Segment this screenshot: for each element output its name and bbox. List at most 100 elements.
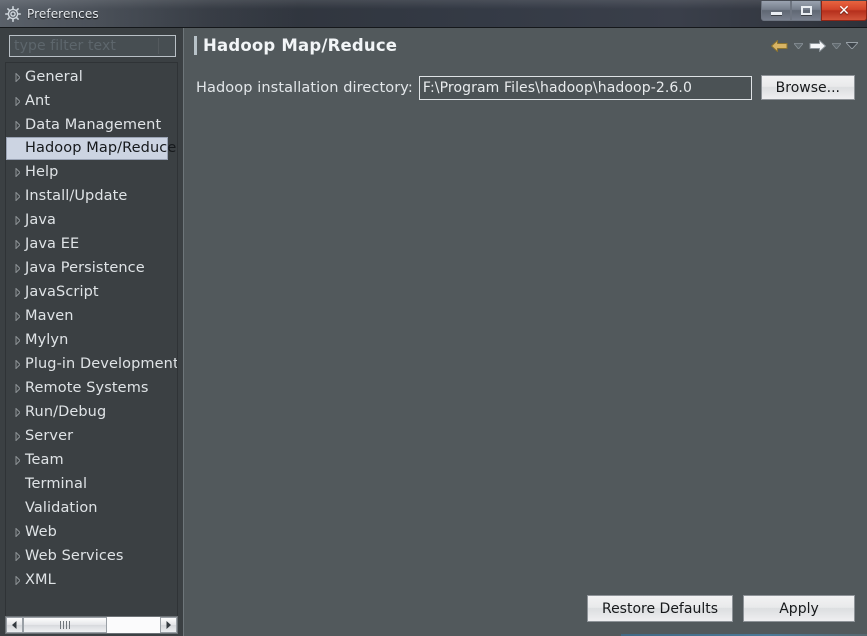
expand-chevron-right-icon[interactable] [9,72,25,82]
sidebar-item-validation[interactable]: Validation [6,496,177,520]
sidebar-horizontal-scrollbar[interactable] [5,616,178,634]
sidebar-item-label: Ant [25,92,51,109]
sidebar-item-data-management[interactable]: Data Management [6,113,177,137]
sidebar-item-label: Run/Debug [25,403,107,420]
scrollbar-thumb[interactable] [23,617,107,633]
sidebar-item-label: JavaScript [25,283,99,300]
dialog-body: type filter text General Ant Data Manageme… [0,28,867,636]
minimize-button[interactable] [761,1,791,21]
search-input[interactable]: type filter text [9,35,176,57]
scrollbar-grip-icon [60,621,70,629]
sidebar-item-label: Validation [25,499,98,516]
preferences-sidebar: type filter text General Ant Data Manageme… [0,28,183,636]
hadoop-install-dir-value: F:\Program Files\hadoop\hadoop-2.6.0 [422,79,692,96]
hadoop-install-dir-row: Hadoop installation directory: F:\Progra… [196,75,855,100]
page-content: Hadoop installation directory: F:\Progra… [184,63,867,595]
sidebar-item-terminal[interactable]: Terminal [6,472,177,496]
sidebar-item-javascript[interactable]: JavaScript [6,280,177,304]
scroll-right-button[interactable] [160,617,177,633]
sidebar-item-web[interactable]: Web [6,520,177,544]
filter-container: type filter text [4,32,179,62]
view-menu-chevron-down-icon[interactable] [845,36,859,56]
expand-chevron-right-icon[interactable] [9,263,25,273]
expand-chevron-right-icon[interactable] [9,407,25,417]
sidebar-item-team[interactable]: Team [6,448,177,472]
expand-chevron-right-icon[interactable] [9,239,25,249]
sidebar-item-java[interactable]: Java [6,208,177,232]
sidebar-item-label: Hadoop Map/Reduce [25,140,177,157]
forward-arrow-icon[interactable] [807,36,827,56]
sidebar-item-run-debug[interactable]: Run/Debug [6,400,177,424]
sidebar-item-label: Server [25,427,74,444]
sidebar-item-java-persistence[interactable]: Java Persistence [6,256,177,280]
sidebar-item-help[interactable]: Help [6,160,177,184]
sidebar-item-java-ee[interactable]: Java EE [6,232,177,256]
expand-chevron-right-icon[interactable] [9,383,25,393]
back-arrow-icon[interactable] [769,36,789,56]
maximize-button[interactable] [791,1,821,21]
sidebar-item-label: Web [25,523,57,540]
sidebar-item-general[interactable]: General [6,65,177,89]
scrollbar-track[interactable] [23,617,160,633]
expand-chevron-right-icon[interactable] [9,287,25,297]
sidebar-item-web-services[interactable]: Web Services [6,544,177,568]
sidebar-item-label: Mylyn [25,331,69,348]
expand-chevron-right-icon[interactable] [9,335,25,345]
expand-chevron-right-icon[interactable] [9,575,25,585]
window-controls: ✕ [761,0,867,22]
sidebar-item-label: Install/Update [25,187,128,204]
close-button[interactable]: ✕ [821,1,867,21]
sidebar-item-xml[interactable]: XML [6,568,177,592]
search-placeholder: type filter text [14,38,116,54]
sidebar-item-install-update[interactable]: Install/Update [6,184,177,208]
window-titlebar[interactable]: Preferences ✕ [0,0,867,28]
scroll-left-button[interactable] [6,617,23,633]
hadoop-install-dir-label: Hadoop installation directory: [196,79,413,96]
hadoop-install-dir-input[interactable]: F:\Program Files\hadoop\hadoop-2.6.0 [418,75,752,100]
sidebar-item-label: General [25,68,83,85]
expand-chevron-right-icon[interactable] [9,120,25,130]
sidebar-item-label: Maven [25,307,74,324]
expand-chevron-right-icon[interactable] [9,191,25,201]
maximize-icon [800,6,812,15]
restore-defaults-button[interactable]: Restore Defaults [586,595,733,622]
sidebar-item-label: Team [25,451,64,468]
sidebar-item-ant[interactable]: Ant [6,89,177,113]
sidebar-item-remote-systems[interactable]: Remote Systems [6,376,177,400]
apply-button[interactable]: Apply [743,595,855,622]
sidebar-item-hadoop-map-reduce[interactable]: Hadoop Map/Reduce [6,137,176,160]
expand-chevron-right-icon[interactable] [9,359,25,369]
forward-chevron-down-icon[interactable] [829,36,843,56]
expand-chevron-right-icon[interactable] [9,96,25,106]
page-title: Hadoop Map/Reduce [203,36,398,55]
sidebar-item-maven[interactable]: Maven [6,304,177,328]
minimize-icon [770,12,782,15]
expand-chevron-right-icon[interactable] [9,215,25,225]
sidebar-item-server[interactable]: Server [6,424,177,448]
sidebar-item-plug-in-development[interactable]: Plug-in Development [6,352,177,376]
expand-chevron-right-icon[interactable] [9,167,25,177]
preferences-window: Preferences ✕ type filter text General An… [0,0,867,636]
page-history-nav [769,36,859,56]
page-title-accent-bar [194,36,197,55]
sidebar-item-label: Java EE [25,235,80,252]
preference-page: Hadoop Map/Reduce Hadoop installation di… [183,28,867,636]
sidebar-item-label: Plug-in Development [25,355,178,372]
sidebar-item-label: XML [25,571,56,588]
sidebar-item-label: Data Management [25,116,162,133]
sidebar-item-label: Web Services [25,547,124,564]
expand-chevron-right-icon[interactable] [9,551,25,561]
expand-chevron-right-icon[interactable] [9,431,25,441]
sidebar-item-label: Help [25,163,59,180]
window-title: Preferences [27,6,99,21]
sidebar-item-label: Terminal [25,475,88,492]
preferences-tree[interactable]: General Ant Data Management Hadoop Map/Redu… [5,62,178,616]
close-icon: ✕ [838,2,850,19]
browse-button[interactable]: Browse... [760,75,855,100]
expand-chevron-right-icon[interactable] [9,527,25,537]
expand-chevron-right-icon[interactable] [9,311,25,321]
page-title-group: Hadoop Map/Reduce [194,36,769,55]
expand-chevron-right-icon[interactable] [9,455,25,465]
sidebar-item-mylyn[interactable]: Mylyn [6,328,177,352]
back-chevron-down-icon[interactable] [791,36,805,56]
